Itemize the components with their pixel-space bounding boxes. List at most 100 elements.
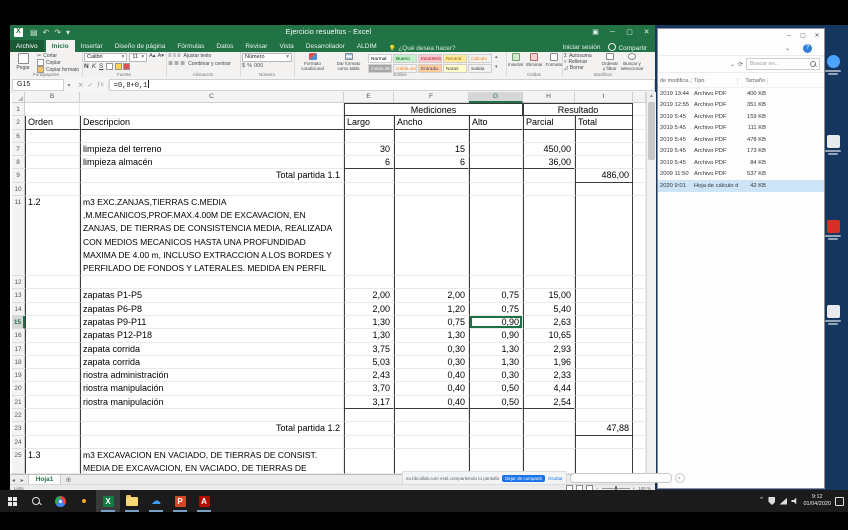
cell-B21[interactable] — [25, 396, 80, 409]
cell-I9[interactable]: 486,00 — [575, 169, 633, 182]
cell-C22[interactable] — [80, 409, 344, 422]
cell-B22[interactable] — [25, 409, 80, 422]
cell-B8[interactable] — [25, 156, 80, 169]
cell-extra-19[interactable] — [633, 369, 646, 382]
tab-insertar[interactable]: Insertar — [75, 40, 109, 52]
row-header-13[interactable]: 13 — [12, 289, 25, 302]
tab-desarrollador[interactable]: Desarrollador — [300, 40, 351, 52]
cell-G17[interactable]: 1,30 — [469, 343, 523, 356]
formula-input[interactable]: =0,8+0,1 — [109, 79, 655, 91]
cell-E16[interactable]: 1,30 — [344, 329, 394, 342]
cell-B19[interactable] — [25, 369, 80, 382]
explorer-maximize-button[interactable]: ▢ — [796, 32, 810, 39]
cell-H16[interactable]: 10,65 — [523, 329, 575, 342]
cell-F20[interactable]: 0,40 — [394, 382, 469, 395]
cell-C9[interactable]: Total partida 1.1 — [80, 169, 344, 182]
gallery-down-icon[interactable]: ▾ — [495, 64, 498, 70]
row-header-18[interactable]: 18 — [12, 356, 25, 369]
cell-extra-1[interactable] — [633, 103, 646, 116]
underline-button[interactable]: S — [99, 63, 103, 70]
row-header-8[interactable]: 8 — [12, 156, 25, 169]
cell-I8[interactable] — [575, 156, 633, 169]
cell-I20[interactable] — [575, 382, 633, 395]
zoom-slider[interactable] — [602, 488, 630, 489]
tab-revisar[interactable]: Revisar — [239, 40, 273, 52]
merged-resultado[interactable]: Resultado — [523, 103, 633, 116]
cell-C1[interactable] — [80, 103, 344, 116]
copy-button[interactable]: Copiar — [37, 59, 79, 66]
row-header-20[interactable]: 20 — [12, 382, 25, 395]
help-icon[interactable]: ? — [803, 44, 812, 53]
cell-E7[interactable]: 30 — [344, 143, 394, 156]
cell-extra-16[interactable] — [633, 329, 646, 342]
cell-E12[interactable] — [344, 276, 394, 289]
row-header-10[interactable]: 10 — [12, 183, 25, 196]
cell-F22[interactable] — [394, 409, 469, 422]
desktop-icon-app[interactable] — [823, 55, 843, 75]
desktop-icon-document[interactable] — [823, 135, 843, 155]
vertical-scrollbar[interactable]: ▲ — [646, 92, 656, 474]
cell-I18[interactable] — [575, 356, 633, 369]
cell-F11[interactable] — [394, 196, 469, 276]
cell-B1[interactable] — [25, 103, 80, 116]
taskbar-acrobat-icon[interactable]: A — [192, 490, 216, 512]
cell-C18[interactable]: zapata corrida — [80, 356, 344, 369]
insert-function-icon[interactable]: ƒx — [97, 81, 104, 89]
taskbar-chrome-icon[interactable] — [48, 490, 72, 512]
cell-H21[interactable]: 2,54 — [523, 396, 575, 409]
cell-G9[interactable] — [469, 169, 523, 182]
select-all-corner[interactable] — [12, 92, 25, 103]
file-row-8[interactable]: 2009 11:50Archivo PDF537 KB — [658, 169, 824, 181]
save-icon[interactable]: ▤ — [30, 25, 38, 40]
row-header-15[interactable]: 15 — [12, 316, 25, 329]
format-as-table-button[interactable]: Dar formato como tabla — [332, 53, 365, 71]
fill-color-icon[interactable] — [115, 63, 122, 70]
new-sheet-icon[interactable]: ⊕ — [65, 476, 71, 484]
volume-icon[interactable] — [791, 498, 799, 505]
column-header-F[interactable]: F — [394, 92, 469, 103]
cell-E20[interactable]: 3,70 — [344, 382, 394, 395]
cell-G10[interactable] — [469, 183, 523, 196]
cell-C11[interactable]: m3 EXC.ZANJAS,TIERRAS C.MEDIA ,M.MECANIC… — [80, 196, 344, 276]
currency-icon[interactable]: $ — [242, 63, 245, 69]
file-row-9[interactable]: 2020 9:01Hoja de cálculo d...42 KB — [658, 180, 824, 192]
cell-extra-23[interactable] — [633, 422, 646, 435]
cell-C20[interactable]: riostra manipulación — [80, 382, 344, 395]
cell-C24[interactable] — [80, 436, 344, 449]
cell-F10[interactable] — [394, 183, 469, 196]
column-header-extra[interactable] — [633, 92, 646, 103]
cell-G18[interactable]: 1,30 — [469, 356, 523, 369]
cell-H7[interactable]: 450,00 — [523, 143, 575, 156]
file-row-5[interactable]: 2019 5:45Archivo PDF478 KB — [658, 134, 824, 146]
cell-H6[interactable] — [523, 130, 575, 143]
horizontal-scroll-arrow[interactable]: ▸ — [675, 473, 685, 483]
cell-G21[interactable]: 0,50 — [469, 396, 523, 409]
row-header-14[interactable]: 14 — [12, 303, 25, 316]
cell-H13[interactable]: 15,00 — [523, 289, 575, 302]
merge-center-button[interactable]: Combinar y centrar — [188, 61, 231, 67]
cell-extra-12[interactable] — [633, 276, 646, 289]
cell-H20[interactable]: 4,44 — [523, 382, 575, 395]
taskbar-clock[interactable]: 9:12 01/04/2020 — [803, 494, 831, 508]
cell-C12[interactable] — [80, 276, 344, 289]
cell-extra-11[interactable] — [633, 196, 646, 276]
cell-extra-7[interactable] — [633, 143, 646, 156]
taskbar-excel-icon[interactable]: X — [96, 490, 120, 512]
bold-button[interactable]: N — [84, 63, 89, 70]
tab-vista[interactable]: Vista — [273, 40, 299, 52]
cell-I21[interactable] — [575, 396, 633, 409]
cell-F21[interactable]: 0,40 — [394, 396, 469, 409]
cell-C8[interactable]: limpieza almacén — [80, 156, 344, 169]
cell-E15[interactable]: 1,30 — [344, 316, 394, 329]
cell-B11[interactable]: 1.2 — [25, 196, 80, 276]
row-header-9[interactable]: 9 — [12, 169, 25, 182]
cell-extra-22[interactable] — [633, 409, 646, 422]
cell-B7[interactable] — [25, 143, 80, 156]
cell-F15[interactable]: 0,75 — [394, 316, 469, 329]
file-row-1[interactable]: 2019 13:44Archivo PDF400 KB — [658, 88, 824, 100]
enter-icon[interactable]: ✓ — [87, 81, 92, 89]
cell-F17[interactable]: 0,30 — [394, 343, 469, 356]
redo-icon[interactable]: ↷ — [54, 25, 61, 40]
cell-extra-15[interactable] — [633, 316, 646, 329]
comma-icon[interactable]: 000 — [254, 63, 263, 69]
